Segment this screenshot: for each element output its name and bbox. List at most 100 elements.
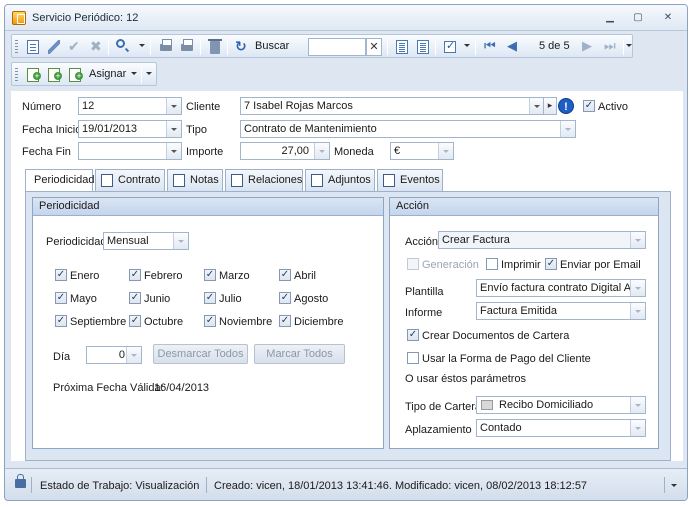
list-button[interactable] (414, 38, 432, 56)
month-checkbox-enero[interactable]: ✓ (55, 269, 67, 281)
info-icon[interactable]: ! (558, 98, 574, 114)
close-button[interactable]: ✕ (657, 10, 679, 25)
accept-button[interactable]: ✔ (66, 38, 84, 56)
usar-forma-pago-checkbox[interactable] (407, 352, 419, 364)
columns-button[interactable] (393, 38, 411, 56)
tab-contrato[interactable]: Contrato (95, 169, 165, 191)
refresh-button[interactable]: ↻ (233, 38, 251, 56)
importe-dropdown-button[interactable] (314, 143, 329, 159)
informe-dropdown-button[interactable] (630, 303, 645, 319)
search-clear-button[interactable]: ✕ (366, 38, 382, 56)
search-input[interactable] (308, 38, 366, 56)
moneda-field[interactable]: € (390, 142, 454, 160)
aplazamiento-dropdown-button[interactable] (630, 420, 645, 436)
next-record-button[interactable]: ▶ (580, 38, 598, 56)
new-button[interactable] (24, 38, 42, 56)
periodicidad-select[interactable]: Mensual (103, 232, 189, 250)
toolbar-grip[interactable] (15, 68, 18, 82)
cliente-goto-button[interactable]: ▸ (543, 97, 557, 115)
last-record-button[interactable]: ⏭ (602, 38, 620, 56)
tipo-cartera-dropdown-button[interactable] (630, 397, 645, 413)
accion-dropdown-button[interactable] (630, 232, 645, 248)
fecha-inicio-field[interactable]: 19/01/2013 (78, 120, 182, 138)
fecha-fin-dropdown-button[interactable] (166, 143, 181, 159)
status-separator (31, 477, 32, 493)
toolbar-separator (227, 39, 228, 55)
month-checkbox-febrero[interactable]: ✓ (129, 269, 141, 281)
toolbar-overflow-icon[interactable] (146, 72, 152, 75)
assign-menu-button[interactable]: Asignar (89, 68, 126, 80)
new-document-icon (27, 40, 39, 54)
previous-record-button[interactable]: ◀ (505, 38, 523, 56)
month-checkbox-diciembre[interactable]: ✓ (279, 315, 291, 327)
maximize-button[interactable]: ▢ (627, 10, 649, 25)
month-checkbox-agosto[interactable]: ✓ (279, 292, 291, 304)
find-dropdown-icon[interactable] (139, 44, 145, 47)
aplazamiento-select[interactable]: Contado (476, 419, 646, 437)
minimize-button[interactable]: ▁ (599, 10, 621, 25)
status-menu-icon[interactable] (671, 484, 677, 487)
cancel-button[interactable]: ✖ (87, 38, 105, 56)
enviar-email-checkbox[interactable]: ✓ (545, 258, 557, 270)
tipo-cartera-select[interactable]: Recibo Domiciliado (476, 396, 646, 414)
tipo-field[interactable]: Contrato de Mantenimiento (240, 120, 576, 138)
accion-select[interactable]: Crear Factura (438, 231, 646, 249)
moneda-dropdown-button[interactable] (438, 143, 453, 159)
cliente-dropdown-button[interactable] (529, 98, 544, 114)
month-checkbox-octubre[interactable]: ✓ (129, 315, 141, 327)
add-document-button[interactable] (24, 66, 42, 84)
print-button[interactable] (157, 38, 175, 56)
print-preview-button[interactable] (178, 38, 196, 56)
dia-spinner[interactable]: 0 (86, 346, 142, 364)
window-title: Servicio Periódico: 12 (32, 12, 139, 24)
title-bar: Servicio Periódico: 12 ▁ ▢ ✕ (5, 5, 687, 31)
month-checkbox-abril[interactable]: ✓ (279, 269, 291, 281)
month-checkbox-mayo[interactable]: ✓ (55, 292, 67, 304)
fecha-inicio-label: Fecha Inicio (22, 124, 82, 136)
generate-document-icon (48, 68, 62, 82)
dia-spin-button[interactable] (126, 347, 141, 363)
generate-document-button[interactable] (45, 66, 63, 84)
marcar-todos-button[interactable]: Marcar Todos (254, 344, 345, 364)
first-record-button[interactable]: ⏮ (482, 38, 500, 56)
edit-button[interactable] (45, 38, 63, 56)
tab-relaciones[interactable]: Relaciones (225, 169, 303, 191)
importe-field[interactable]: 27,00 (240, 142, 330, 160)
month-checkbox-marzo[interactable]: ✓ (204, 269, 216, 281)
imprimir-checkbox[interactable] (486, 258, 498, 270)
tab-adjuntos[interactable]: Adjuntos (305, 169, 375, 191)
month-checkbox-julio[interactable]: ✓ (204, 292, 216, 304)
fecha-fin-field[interactable] (78, 142, 182, 160)
aplazamiento-value: Contado (480, 422, 522, 434)
export-document-button[interactable] (66, 66, 84, 84)
informe-select[interactable]: Factura Emitida (476, 302, 646, 320)
month-checkbox-noviembre[interactable]: ✓ (204, 315, 216, 327)
tab-periodicidad[interactable]: Periodicidad (25, 169, 95, 192)
toolbar-separator (108, 39, 109, 55)
desmarcar-todos-button[interactable]: Desmarcar Todos (153, 344, 248, 364)
assign-dropdown-icon[interactable] (131, 72, 137, 75)
plantilla-select[interactable]: Envío factura contrato Digital Aurir (476, 279, 646, 297)
crear-documentos-checkbox[interactable]: ✓ (407, 329, 419, 341)
delete-button[interactable] (206, 38, 224, 56)
plantilla-dropdown-button[interactable] (630, 280, 645, 296)
periodicidad-value: Mensual (107, 235, 149, 247)
month-checkbox-septiembre[interactable]: ✓ (55, 315, 67, 327)
select-button[interactable] (441, 38, 459, 56)
select-dropdown-icon[interactable] (464, 44, 470, 47)
tab-eventos[interactable]: Eventos (377, 169, 443, 191)
fecha-inicio-dropdown-button[interactable] (166, 121, 181, 137)
accion-value: Crear Factura (442, 234, 510, 246)
cliente-field[interactable]: 7 Isabel Rojas Marcos (240, 97, 545, 115)
numero-dropdown-button[interactable] (166, 98, 181, 114)
tab-notas[interactable]: Notas (167, 169, 223, 191)
month-checkbox-junio[interactable]: ✓ (129, 292, 141, 304)
toolbar-overflow-icon[interactable] (626, 44, 632, 47)
activo-checkbox[interactable]: ✓ (583, 100, 595, 112)
toolbar-grip[interactable] (15, 40, 18, 54)
generacion-checkbox[interactable] (407, 258, 419, 270)
find-button[interactable] (114, 38, 132, 56)
tipo-dropdown-button[interactable] (560, 121, 575, 137)
periodicidad-dropdown-button[interactable] (173, 233, 188, 249)
numero-field[interactable]: 12 (78, 97, 182, 115)
